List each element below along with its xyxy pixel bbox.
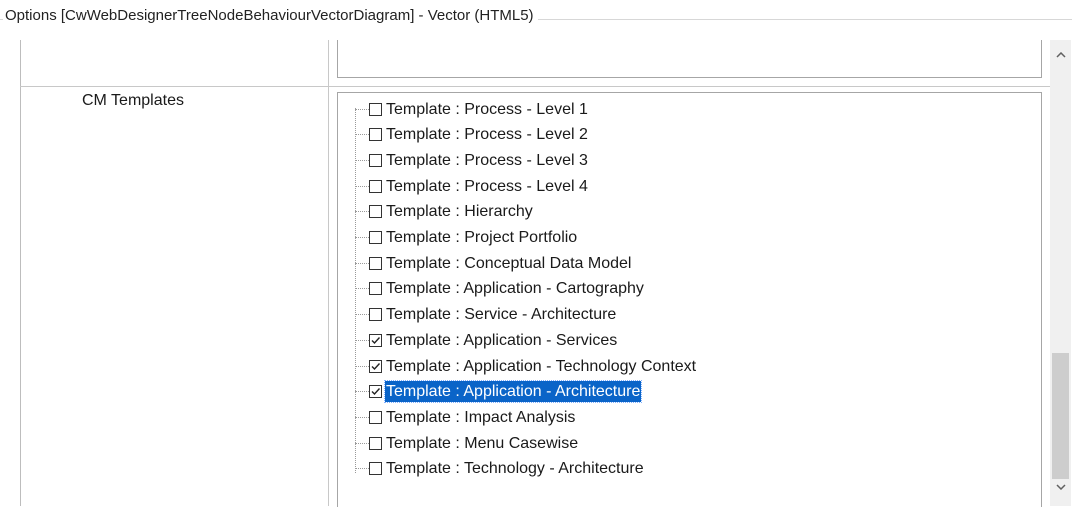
template-item[interactable]: Template : Application - Services: [355, 329, 618, 351]
template-item[interactable]: Template : Menu Casewise: [355, 432, 579, 454]
template-checkbox[interactable]: [369, 282, 382, 296]
tree-connector: [355, 468, 369, 470]
template-label[interactable]: Template : Technology - Architecture: [385, 458, 645, 479]
template-item[interactable]: Template : Hierarchy: [355, 201, 534, 223]
template-checkbox[interactable]: [369, 179, 382, 193]
grid-column-divider: [328, 40, 329, 506]
template-item[interactable]: Template : Process - Level 2: [355, 124, 589, 146]
scrollbar-thumb[interactable]: [1052, 353, 1069, 479]
tree-connector: [355, 365, 369, 367]
template-checkbox[interactable]: [369, 102, 382, 116]
tree-connector: [355, 339, 369, 341]
template-label[interactable]: Template : Project Portfolio: [385, 227, 578, 248]
tree-connector: [355, 288, 369, 290]
template-checkbox[interactable]: [369, 333, 382, 347]
template-checkbox[interactable]: [369, 205, 382, 219]
template-label[interactable]: Template : Process - Level 3: [385, 150, 589, 171]
tree-connector: [355, 237, 369, 238]
tree-connector: [355, 442, 369, 444]
chevron-down-icon[interactable]: [1050, 476, 1071, 498]
checkmark-icon: [371, 336, 381, 344]
template-label[interactable]: Template : Menu Casewise: [385, 433, 579, 454]
template-checkbox[interactable]: [369, 359, 382, 373]
template-item[interactable]: Template : Service - Architecture: [355, 304, 617, 326]
tree-connector: [355, 391, 369, 393]
template-label[interactable]: Template : Process - Level 1: [385, 99, 589, 120]
template-checkbox[interactable]: [369, 256, 382, 270]
template-checkbox[interactable]: [369, 231, 382, 244]
template-item[interactable]: Template : Process - Level 3: [355, 149, 589, 171]
template-label[interactable]: Template : Application - Cartography: [385, 278, 645, 299]
tree-connector: [355, 416, 369, 418]
tree-connector: [355, 262, 369, 264]
template-checkbox[interactable]: [369, 308, 382, 322]
group-title: Options [CwWebDesignerTreeNodeBehaviourV…: [3, 7, 538, 24]
checkmark-icon: [371, 362, 381, 370]
template-item[interactable]: Template : Impact Analysis: [355, 406, 576, 428]
checkmark-icon: [371, 388, 381, 396]
template-label[interactable]: Template : Application - Architecture: [383, 380, 643, 404]
tree-connector: [355, 108, 369, 110]
tree-connector: [355, 211, 369, 213]
template-checkbox[interactable]: [369, 128, 382, 142]
template-label[interactable]: Template : Impact Analysis: [385, 407, 576, 428]
template-item[interactable]: Template : Conceptual Data Model: [355, 252, 632, 274]
template-label[interactable]: Template : Application - Services: [385, 330, 618, 351]
template-item[interactable]: Template : Application - Cartography: [355, 278, 645, 300]
template-label[interactable]: Template : Process - Level 2: [385, 124, 589, 145]
template-checkbox[interactable]: [369, 385, 382, 399]
tree-connector: [355, 159, 369, 161]
tree-connector: [355, 185, 369, 187]
grid-row-divider: [20, 86, 1050, 87]
template-checkbox[interactable]: [369, 436, 382, 450]
template-checkbox[interactable]: [369, 153, 382, 167]
template-checkbox[interactable]: [369, 462, 382, 476]
template-item[interactable]: Template : Process - Level 1: [355, 98, 589, 120]
tree-connector: [355, 314, 369, 316]
template-item[interactable]: Template : Application - Technology Cont…: [355, 355, 697, 377]
previous-option-value-box[interactable]: [337, 40, 1042, 78]
tree-connector: [355, 134, 369, 136]
template-item[interactable]: Template : Application - Architecture: [355, 380, 643, 404]
template-item[interactable]: Template : Project Portfolio: [355, 227, 578, 249]
cm-templates-label: CM Templates: [82, 92, 184, 109]
template-item[interactable]: Template : Technology - Architecture: [355, 458, 645, 480]
template-item[interactable]: Template : Process - Level 4: [355, 175, 589, 197]
template-label[interactable]: Template : Hierarchy: [385, 201, 534, 222]
template-label[interactable]: Template : Process - Level 4: [385, 176, 589, 197]
template-label[interactable]: Template : Application - Technology Cont…: [385, 356, 697, 377]
template-label[interactable]: Template : Conceptual Data Model: [385, 253, 632, 274]
template-label[interactable]: Template : Service - Architecture: [385, 304, 617, 325]
template-checkbox[interactable]: [369, 410, 382, 424]
chevron-up-icon[interactable]: [1050, 44, 1071, 66]
vertical-scrollbar[interactable]: [1050, 40, 1071, 506]
